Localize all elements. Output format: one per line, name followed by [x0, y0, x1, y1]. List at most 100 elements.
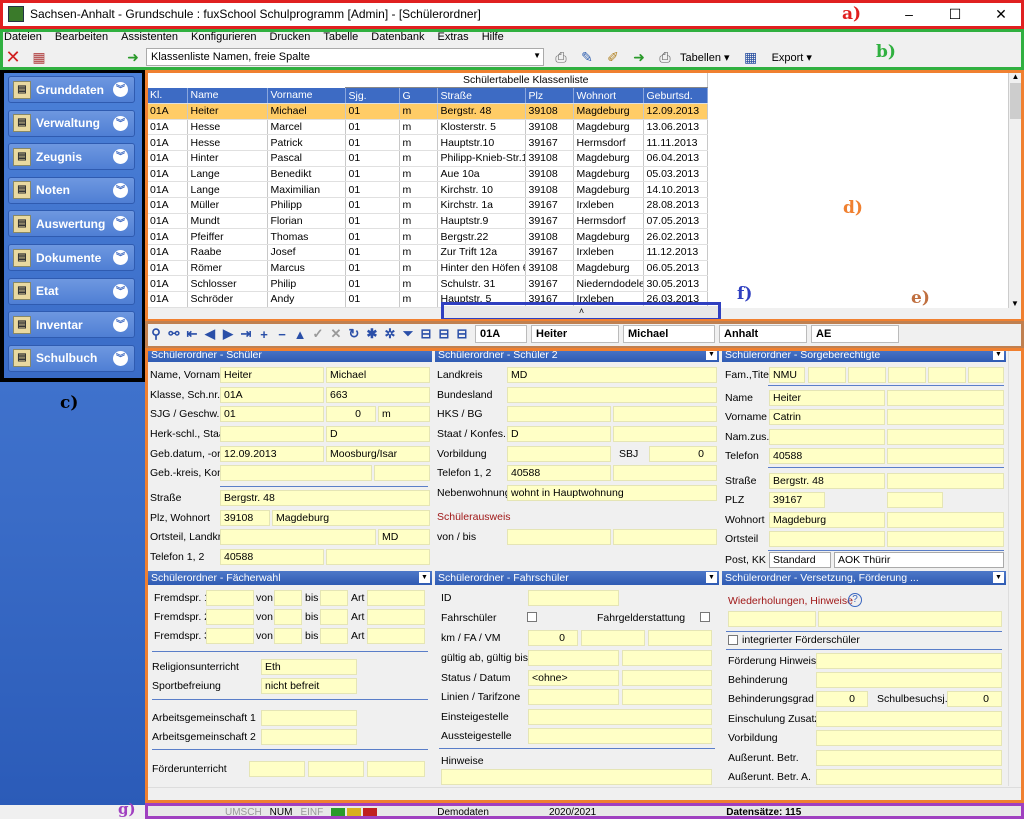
- field-km[interactable]: 0: [528, 630, 578, 646]
- field-fs3-bis[interactable]: [320, 628, 348, 644]
- column-header[interactable]: G: [399, 87, 438, 104]
- table-row[interactable]: 01A Mundt Florian 01 m Hauptstr.9 39167 Hermsdo…: [147, 213, 708, 230]
- field-hinweise[interactable]: [441, 769, 712, 785]
- binoculars-icon[interactable]: ⚯: [165, 326, 183, 342]
- field-geschw[interactable]: 0: [326, 406, 376, 422]
- field-religion[interactable]: Eth: [261, 659, 357, 675]
- scroll-down-icon[interactable]: ▼: [1009, 299, 1021, 308]
- search-icon[interactable]: ⚲: [147, 326, 165, 342]
- layout-2-icon[interactable]: ⊟: [435, 326, 453, 342]
- student-table[interactable]: Schülertabelle Klassenliste Kl. Name Vorna…: [147, 72, 715, 308]
- form-horizontal-scrollbar[interactable]: [148, 787, 1022, 801]
- post-record-icon[interactable]: ✓: [309, 326, 327, 342]
- field-foerderung-hinweise[interactable]: [816, 653, 1002, 669]
- delete-record-icon[interactable]: −: [273, 327, 291, 342]
- field-bundesland[interactable]: [507, 387, 717, 403]
- splitter-handle[interactable]: ˄: [444, 306, 719, 320]
- layout-3-icon[interactable]: ⊟: [453, 326, 471, 342]
- sidebar-item-etat[interactable]: ▤ Etat ︾: [8, 277, 135, 305]
- chevron-double-down-icon[interactable]: ︾: [113, 149, 128, 165]
- field-telefon1[interactable]: 40588: [220, 549, 324, 565]
- menu-konfigurieren[interactable]: Konfigurieren: [191, 31, 256, 43]
- field-titel-1[interactable]: [808, 367, 846, 383]
- form-vertical-scrollbar[interactable]: [1008, 348, 1022, 786]
- first-record-icon[interactable]: ⇤: [183, 326, 201, 342]
- field-id[interactable]: [528, 590, 619, 606]
- column-header[interactable]: Name: [187, 87, 268, 104]
- field-konfession[interactable]: [374, 465, 430, 481]
- select-gueltig-ab[interactable]: [528, 650, 619, 666]
- menu-hilfe[interactable]: Hilfe: [482, 31, 504, 43]
- field-aussteigestelle[interactable]: [528, 728, 712, 744]
- chevron-double-down-icon[interactable]: ︾: [113, 317, 128, 333]
- field-sorge-strasse[interactable]: Bergstr. 48: [769, 473, 885, 489]
- sidebar-item-verwaltung[interactable]: ▤ Verwaltung ︾: [8, 109, 135, 137]
- table-row[interactable]: 01A Pfeiffer Thomas 01 m Bergstr.22 39108 Magde…: [147, 228, 708, 246]
- select-post[interactable]: Standard: [769, 552, 831, 568]
- field-sorge-wohnort2[interactable]: [887, 512, 1004, 528]
- chevron-double-down-icon[interactable]: ︾: [113, 350, 128, 366]
- field-namzus[interactable]: [769, 429, 885, 445]
- field-klasse[interactable]: 01A: [220, 387, 324, 403]
- sidebar-item-inventar[interactable]: ▤ Inventar ︾: [8, 311, 135, 339]
- menu-extras[interactable]: Extras: [438, 31, 469, 43]
- field-sorge-wohnort[interactable]: Magdeburg: [769, 512, 885, 528]
- field-sbj[interactable]: 0: [649, 446, 717, 462]
- table-row[interactable]: 01A Heiter Michael 01 m Bergstr. 48 39108 Magde…: [147, 103, 708, 120]
- field-landkreis[interactable]: MD: [507, 367, 717, 383]
- field-ausserunt1[interactable]: [816, 750, 1002, 766]
- field-wiederholung[interactable]: [728, 611, 816, 627]
- table-row[interactable]: 01A Hesse Marcel 01 m Klosterstr. 5 39108 Magde…: [147, 119, 708, 136]
- select-krankenkasse[interactable]: AOK Thürir: [834, 552, 1004, 568]
- sidebar-item-schulbuch[interactable]: ▤ Schulbuch ︾: [8, 344, 135, 372]
- field-fs2-art[interactable]: [367, 609, 425, 625]
- chevron-double-down-icon[interactable]: ︾: [113, 250, 128, 265]
- last-record-icon[interactable]: ⇥: [237, 326, 255, 342]
- field-vorbildung[interactable]: [816, 730, 1002, 746]
- field-konfes[interactable]: [613, 426, 717, 442]
- table-row[interactable]: 01A Schröder Andy 01 m Hauptstr. 5 39167 Irxleb…: [147, 291, 708, 308]
- field-schnr[interactable]: 663: [326, 387, 430, 403]
- field-vm[interactable]: [648, 630, 712, 646]
- table-row[interactable]: 01A Hinter Pascal 01 m Philipp-Knieb-Str.1 391…: [147, 150, 708, 167]
- go-arrow-icon[interactable]: ➜: [124, 48, 142, 66]
- vertical-scrollbar[interactable]: ▲ ▼: [1008, 72, 1022, 308]
- field-telefon2b[interactable]: [613, 465, 717, 481]
- table-row[interactable]: 01A Lange Benedikt 01 m Aue 10a 39108 Magdeburg…: [147, 166, 708, 183]
- sidebar-item-auswertung[interactable]: ▤ Auswertung ︾: [8, 210, 135, 238]
- field-sorge-name2[interactable]: [887, 390, 1004, 406]
- sidebar-item-noten[interactable]: ▤ Noten ︾: [8, 176, 135, 204]
- sidebar-item-dokumente[interactable]: ▤ Dokumente ︾: [8, 244, 135, 271]
- field-foerd1[interactable]: [249, 761, 305, 777]
- table-row[interactable]: 01A Müller Philipp 01 m Kirchstr. 1a 39167 Irxl…: [147, 197, 708, 214]
- add-record-icon[interactable]: +: [255, 327, 273, 342]
- field-ag1[interactable]: [261, 710, 357, 726]
- field-fs3-von[interactable]: [274, 628, 302, 644]
- checkbox-integriert[interactable]: [728, 635, 738, 645]
- menu-bearbeiten[interactable]: Bearbeiten: [55, 31, 108, 43]
- edit-record-icon[interactable]: ▲: [291, 327, 309, 342]
- field-behinderungsgrad[interactable]: 0: [816, 691, 868, 707]
- edit-icon[interactable]: ✐: [604, 48, 622, 66]
- checkbox-fahrgelderstattung[interactable]: [700, 612, 710, 622]
- field-foerd2[interactable]: [308, 761, 364, 777]
- field-plz[interactable]: 39108: [220, 510, 270, 526]
- field-fs1-art[interactable]: [367, 590, 425, 606]
- scroll-up-icon[interactable]: ▲: [1009, 72, 1022, 81]
- delete-icon[interactable]: ✕: [4, 48, 22, 66]
- list-select[interactable]: Klassenliste Namen, freie Spalte ▼: [146, 48, 544, 66]
- table-row[interactable]: 01A Schlosser Philip 01 m Schulstr. 31 39167 Ni…: [147, 275, 708, 293]
- column-header[interactable]: Sjg.: [345, 87, 400, 104]
- field-fs3-art[interactable]: [367, 628, 425, 644]
- refresh-icon[interactable]: ↻: [345, 326, 363, 342]
- field-fs2-bis[interactable]: [320, 609, 348, 625]
- field-einsteigestelle[interactable]: [528, 709, 712, 725]
- select-datum[interactable]: [622, 670, 712, 686]
- table-row[interactable]: 01A Lange Maximilian 01 m Kirchstr. 10 39108 Ma…: [147, 181, 708, 198]
- field-name[interactable]: Heiter: [220, 367, 324, 383]
- field-fs1-von[interactable]: [274, 590, 302, 606]
- filter-clear-icon[interactable]: ✲: [381, 326, 399, 342]
- column-header[interactable]: Wohnort: [573, 87, 644, 104]
- field-fremdspr3[interactable]: [206, 628, 254, 644]
- filter-star-icon[interactable]: ✱: [363, 326, 381, 342]
